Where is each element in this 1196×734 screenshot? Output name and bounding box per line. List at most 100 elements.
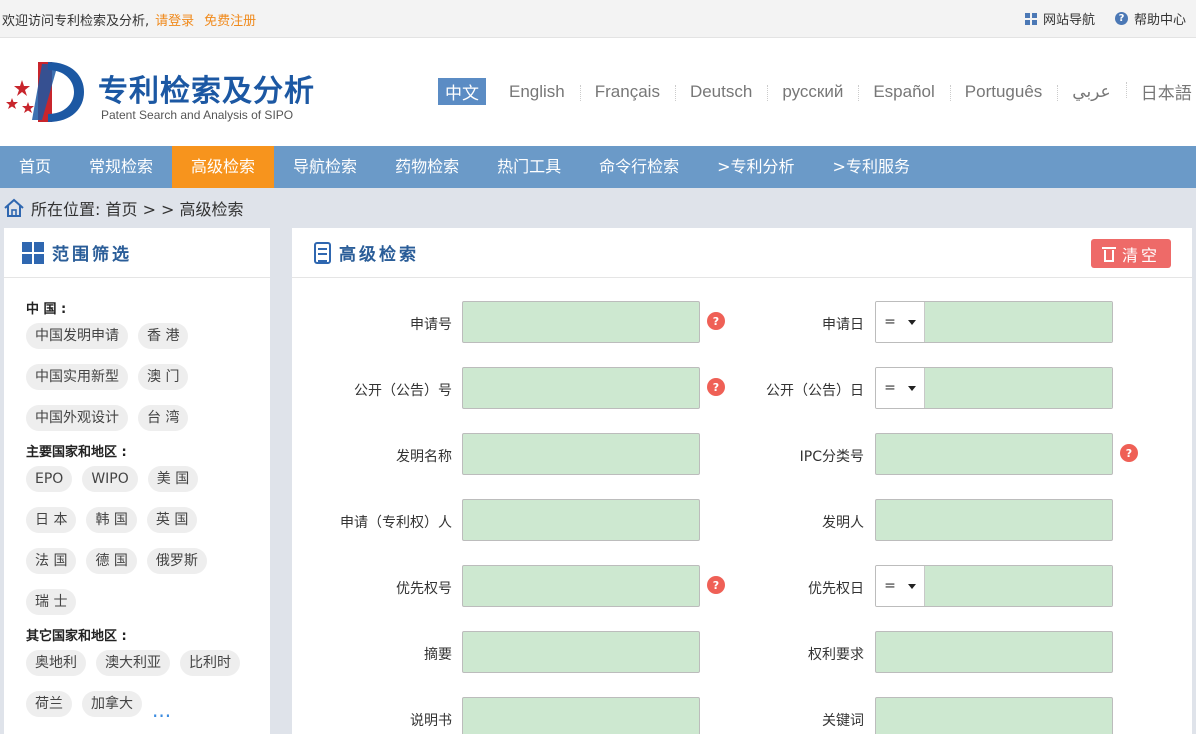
scope-tag[interactable]: 香 港 — [138, 323, 189, 349]
scope-panel-header: 范围筛选 — [4, 228, 270, 278]
scope-tag[interactable]: 中国发明申请 — [26, 323, 128, 349]
search-input[interactable] — [875, 499, 1113, 541]
help-icon[interactable]: ? — [1120, 444, 1138, 462]
language-option[interactable]: عربي — [1057, 82, 1125, 102]
operator-value: = — [884, 578, 896, 594]
document-icon — [314, 241, 331, 264]
nav-item[interactable]: 命令行检索 — [580, 146, 698, 188]
home-icon — [4, 198, 24, 217]
clear-button[interactable]: 清空 — [1091, 239, 1171, 268]
language-option[interactable]: Deutsch — [674, 82, 767, 102]
scope-tag[interactable]: WIPO — [82, 466, 138, 492]
login-link[interactable]: 请登录 — [155, 14, 194, 29]
language-option[interactable]: Português — [949, 82, 1058, 102]
scope-tag[interactable]: 中国实用新型 — [26, 364, 128, 390]
language-option[interactable]: Español — [858, 82, 949, 102]
scope-tag[interactable]: 俄罗斯 — [146, 548, 207, 574]
grid-icon — [1024, 12, 1037, 25]
nav-item[interactable]: >专利服务 — [814, 146, 929, 188]
field-label: 发明名称 — [396, 449, 452, 465]
field-label: 公开（公告）日 — [766, 383, 864, 399]
scope-tag[interactable]: 中国外观设计 — [26, 405, 128, 431]
scope-group-title: 其它国家和地区 : — [26, 629, 127, 644]
scope-tag-list: 奥地利 澳大利亚 比利时荷兰 加拿大... — [4, 650, 244, 720]
caret-down-icon — [907, 583, 916, 589]
field-label: 申请号 — [410, 317, 452, 333]
scope-tag[interactable]: 日 本 — [26, 507, 77, 533]
date-field: = — [875, 301, 1113, 343]
scope-tag[interactable]: 法 国 — [26, 548, 77, 574]
site-header: 专利检索及分析 Patent Search and Analysis of SI… — [0, 38, 1196, 146]
field-label: 优先权号 — [396, 581, 452, 597]
top-right-links: 网站导航 ? 帮助中心 — [1024, 9, 1186, 28]
nav-item[interactable]: 首页 — [0, 146, 70, 188]
caret-down-icon — [907, 385, 916, 391]
language-option[interactable]: 日本語 — [1125, 79, 1196, 104]
language-option[interactable]: Français — [579, 82, 675, 102]
breadcrumb: 所在位置: 首页 > > 高级检索 — [3, 196, 244, 220]
language-switcher: 中文 English Français Deutsch русский Español Po… — [438, 78, 1196, 105]
register-link[interactable]: 免费注册 — [204, 14, 256, 29]
operator-value: = — [884, 314, 896, 330]
scope-tag[interactable]: 奥地利 — [26, 650, 86, 676]
scope-tag[interactable]: 加拿大 — [82, 691, 142, 717]
field-label: 申请（专利权）人 — [340, 515, 452, 531]
nav-item[interactable]: 导航检索 — [274, 146, 376, 188]
nav-item[interactable]: 药物检索 — [376, 146, 478, 188]
scope-filter-panel: 范围筛选 中 国 : 中国发明申请香 港中国实用新型澳 门中国外观设计台 湾主要国… — [4, 228, 270, 734]
scope-tag[interactable]: 澳 门 — [138, 364, 189, 390]
field-label: 摘要 — [424, 647, 452, 663]
field-label: 优先权日 — [808, 581, 864, 597]
field-label: 权利要求 — [808, 647, 864, 663]
nav-item[interactable]: 常规检索 — [70, 146, 172, 188]
operator-select[interactable]: = — [876, 566, 925, 606]
scope-tag[interactable]: 澳大利亚 — [96, 650, 170, 676]
language-option[interactable]: 中文 — [438, 78, 486, 105]
scope-tag[interactable]: 台 湾 — [138, 405, 189, 431]
field-label: 说明书 — [410, 713, 452, 729]
clear-label: 清空 — [1121, 245, 1160, 265]
field-label: 发明人 — [822, 515, 864, 531]
scope-tag[interactable]: 瑞 士 — [26, 589, 77, 615]
date-input[interactable] — [925, 566, 1112, 606]
logo-title[interactable]: 专利检索及分析 — [98, 66, 315, 110]
nav-item[interactable]: >专利分析 — [698, 146, 813, 188]
help-center-label: 帮助中心 — [1133, 13, 1186, 28]
language-option[interactable]: русский — [767, 82, 858, 102]
nav-item[interactable]: 高级检索 — [172, 146, 275, 188]
scope-tag[interactable]: 韩 国 — [86, 507, 137, 533]
question-circle-icon: ? — [1114, 12, 1128, 25]
site-nav-link[interactable]: 网站导航 — [1024, 9, 1095, 28]
search-panel-title: 高级检索 — [339, 245, 419, 265]
scope-groups: 中 国 : 中国发明申请香 港中国实用新型澳 门中国外观设计台 湾主要国家和地区 … — [4, 278, 270, 720]
caret-down-icon — [907, 319, 916, 325]
language-option[interactable]: English — [494, 82, 580, 102]
operator-value: = — [884, 380, 896, 396]
more-regions-button[interactable]: ... — [152, 700, 171, 720]
welcome-text: 欢迎访问专利检索及分析, 请登录 免费注册 — [2, 10, 256, 29]
search-input[interactable] — [875, 433, 1113, 475]
search-input[interactable] — [875, 631, 1113, 673]
search-input[interactable] — [875, 697, 1113, 734]
sipo-logo-icon[interactable] — [2, 58, 86, 126]
nav-item[interactable]: 热门工具 — [478, 146, 580, 188]
date-input[interactable] — [925, 368, 1112, 408]
scope-panel-title: 范围筛选 — [52, 245, 132, 265]
breadcrumb-text: 所在位置: 首页 > > 高级检索 — [31, 200, 244, 219]
scope-tag[interactable]: 德 国 — [86, 548, 137, 574]
operator-select[interactable]: = — [876, 302, 925, 342]
advanced-search-panel: 高级检索 清空 申请号? 公开（公告）号? 发明名称 申请（专利权）人 优先权号? 摘要说… — [292, 228, 1192, 734]
scope-tag[interactable]: 美 国 — [147, 466, 199, 492]
date-field: = — [875, 565, 1113, 607]
welcome-message: 欢迎访问专利检索及分析, — [2, 14, 150, 29]
logo-subtitle: Patent Search and Analysis of SIPO — [101, 108, 294, 122]
scope-tag[interactable]: EPO — [26, 466, 73, 492]
operator-select[interactable]: = — [876, 368, 925, 408]
scope-tag[interactable]: 比利时 — [180, 650, 240, 676]
help-center-link[interactable]: ? 帮助中心 — [1114, 9, 1186, 28]
scope-tag[interactable]: 荷兰 — [26, 691, 72, 717]
search-panel-header: 高级检索 — [292, 228, 1192, 278]
date-input[interactable] — [925, 302, 1112, 342]
scope-group-title: 中 国 : — [26, 302, 67, 317]
scope-tag[interactable]: 英 国 — [146, 507, 198, 533]
